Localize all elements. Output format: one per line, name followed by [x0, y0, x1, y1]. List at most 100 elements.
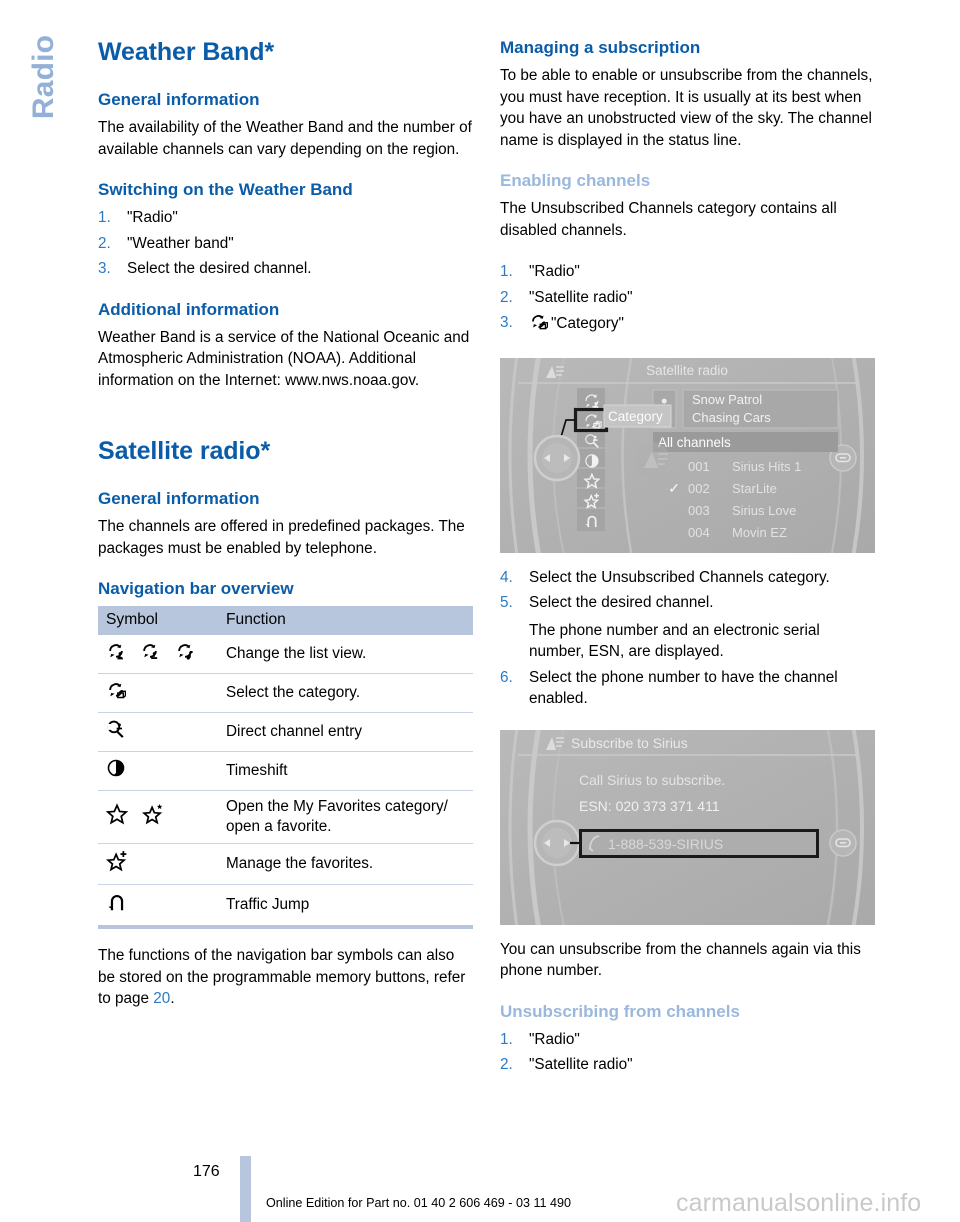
table-header-row: Symbol Function: [98, 606, 473, 635]
text-satellite-general-information: The channels are offered in predefined p…: [98, 518, 465, 557]
list-item: 1. "Radio": [500, 1029, 875, 1051]
star-icon: [105, 803, 129, 831]
step-number: 3.: [500, 314, 513, 331]
symbol-cell: [98, 751, 218, 791]
step-text: "Radio": [529, 1030, 580, 1048]
step-number: 5.: [500, 594, 513, 611]
table-row: Select the category.: [98, 673, 473, 713]
heading-additional-information: Additional information: [98, 299, 280, 319]
symbol-cell: [98, 884, 218, 929]
category-icon: [106, 680, 127, 706]
list-item: 3. "Category": [500, 312, 875, 338]
idrive1-name-1: StarLite: [732, 481, 777, 496]
idrive1-num-3: 004: [688, 525, 710, 540]
function-cell: Timeshift: [218, 751, 473, 791]
idrive1-num-0: 001: [688, 459, 710, 474]
symbol-cell: [98, 790, 218, 844]
footer-page-number: 176: [193, 1163, 220, 1180]
step-number: 1.: [98, 209, 111, 226]
function-cell: Change the list view.: [218, 635, 473, 674]
table-row: Direct channel entry: [98, 712, 473, 752]
column-header-symbol: Symbol: [98, 606, 218, 635]
table-row: Open the My Favorites category/ open a f…: [98, 790, 473, 844]
symbol-cell: [98, 843, 218, 885]
function-cell: Traffic Jump: [218, 884, 473, 929]
idrive1-check-1: ✓: [668, 480, 680, 496]
idrive2-line2: ESN: 020 373 371 411: [579, 798, 720, 814]
step-number: 2.: [500, 1056, 513, 1073]
step-text: Select the Unsubscribed Channels categor…: [529, 568, 830, 586]
idrive2-phone-button: 1-888-539-SIRIUS: [608, 836, 723, 852]
heading-navigation-bar-overview: Navigation bar overview: [98, 579, 294, 598]
idrive1-name-0: Sirius Hits 1: [732, 459, 801, 474]
idrive-screenshot-subscribe-to-sirius: Subscribe to Sirius Call Sirius to subsc…: [500, 729, 875, 925]
table-row: Change the list view.: [98, 635, 473, 674]
list-item: 2. "Satellite radio": [500, 1054, 875, 1076]
footer-accent-bar: [240, 1156, 251, 1222]
direct-channel-entry-icon: [106, 719, 126, 745]
step-text: "Satellite radio": [529, 1056, 633, 1073]
steps-enabling-channels-continued: 4. Select the Unsubscribed Channels categ…: [500, 567, 875, 710]
step-number: 4.: [500, 568, 513, 586]
symbol-cell: [98, 712, 218, 752]
step-number: 2.: [98, 234, 111, 252]
step-number: 1.: [500, 1030, 513, 1048]
watermark-text: carmanualsonline.info: [676, 1189, 922, 1217]
function-cell: Open the My Favorites category/ open a f…: [218, 790, 473, 844]
function-cell: Manage the favorites.: [218, 843, 473, 885]
step-text: "Weather band": [127, 234, 234, 252]
idrive1-list-header: All channels: [658, 435, 731, 450]
idrive2-title: Subscribe to Sirius: [571, 735, 688, 751]
table-row: Timeshift: [98, 751, 473, 791]
heading-unsubscribing-from-channels: Unsubscribing from channels: [500, 1001, 740, 1021]
traffic-jump-icon: [106, 891, 128, 919]
manual-page: Radio Weather Band* General information …: [0, 0, 960, 1222]
text-unsubscribe-note: You can unsubscribe from the channels ag…: [500, 940, 861, 980]
idrive1-num-2: 003: [688, 503, 710, 518]
page-title-satellite-radio: Satellite radio*: [98, 437, 271, 465]
idrive1-tooltip: Category: [608, 409, 663, 424]
step-text: The phone number and an electronic seria…: [529, 621, 820, 661]
steps-unsubscribing-from-channels: 1. "Radio" 2. "Satellite radio": [500, 1029, 875, 1076]
text-closing-note: The functions of the navigation bar symb…: [98, 945, 473, 1010]
navigation-bar-symbol-table: Symbol Function Change the list view. Se…: [98, 606, 473, 929]
step-text: Select the phone number to have the chan…: [529, 668, 838, 708]
page-title-weather-band: Weather Band*: [98, 38, 275, 66]
list-item: 2. "Weather band": [98, 233, 473, 255]
step-text: "Satellite radio": [529, 288, 633, 306]
idrive1-title: Satellite radio: [646, 363, 728, 378]
list-item: 1. "Radio": [98, 207, 473, 229]
heading-managing-a-subscription: Managing a subscription: [500, 38, 701, 57]
list-item: 4. Select the Unsubscribed Channels categ…: [500, 567, 875, 589]
heading-general-information: General information: [98, 90, 260, 109]
idrive2-line1: Call Sirius to subscribe.: [579, 772, 725, 788]
step-number: 6.: [500, 668, 513, 686]
steps-enabling-channels: 1. "Radio" 2. "Satellite radio" 3. "Catego…: [500, 261, 875, 338]
timeshift-icon: [106, 758, 126, 784]
heading-satellite-general-information: General information: [98, 489, 260, 508]
heading-enabling-channels: Enabling channels: [500, 171, 651, 190]
left-column: Weather Band* General information The av…: [98, 38, 473, 1030]
column-header-function: Function: [218, 606, 473, 635]
page-reference-link[interactable]: 20: [153, 990, 170, 1007]
idrive1-name-2: Sirius Love: [732, 503, 796, 518]
idrive1-track: Chasing Cars: [692, 410, 771, 425]
step-text: Select the desired channel.: [127, 260, 312, 277]
text-managing-a-subscription: To be able to enable or unsubscribe from…: [500, 67, 873, 149]
text-additional-information: Weather Band is a service of the Nationa…: [98, 328, 470, 389]
list-item: 1. "Radio": [500, 261, 875, 283]
list-view-mic-icon: [140, 641, 160, 667]
category-icon: [529, 312, 549, 338]
idrive1-num-1: 002: [688, 481, 710, 496]
symbol-cell: [98, 635, 218, 674]
after-table-spacer: [98, 929, 473, 945]
list-item: 6. Select the phone number to have the ch…: [500, 667, 875, 710]
chapter-tab-radio: Radio: [27, 34, 60, 120]
table-row: Manage the favorites.: [98, 843, 473, 885]
list-view-person-icon: [106, 641, 126, 667]
step-number: 3.: [98, 260, 111, 277]
heading-switching-on-weather-band: Switching on the Weather Band: [98, 180, 353, 199]
symbol-cell: [98, 673, 218, 713]
star-favorite-icon: [142, 803, 164, 831]
